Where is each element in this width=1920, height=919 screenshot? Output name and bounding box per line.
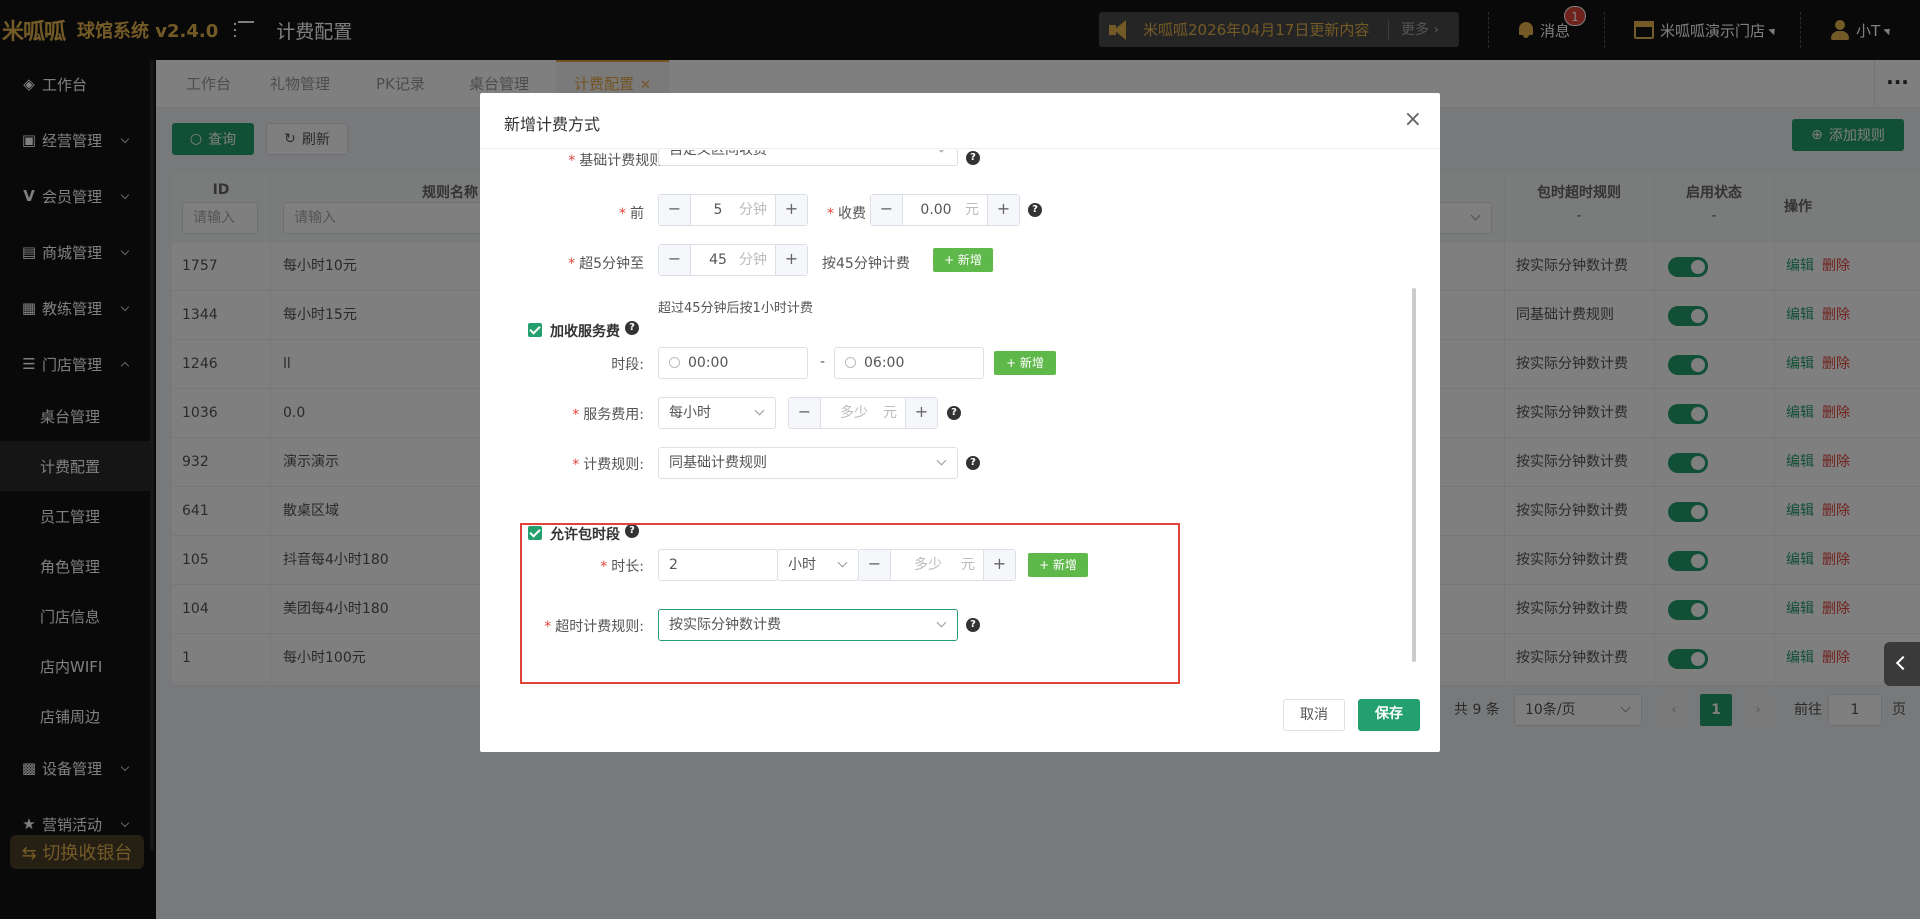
add-period-button[interactable]: + 新增 [994,351,1056,375]
base-rule-label: * 基础计费规则: [568,153,668,166]
over-label: * 超5分钟至 [568,256,644,272]
charge-label: * 收费 [827,206,866,222]
modal-title: 新增计费方式 [504,115,601,134]
time-end-input[interactable]: 06:00 [834,347,984,379]
base-rule-select[interactable]: 自定义区间收费 [658,150,958,166]
over-hint: 超过45分钟后按1小时计费 [658,301,813,316]
help-icon[interactable]: ? [1028,203,1042,217]
plus-icon[interactable]: + [775,245,807,275]
front-minutes-stepper[interactable]: − 5 分钟 + [658,194,808,226]
collapse-panel-button[interactable] [1884,642,1920,686]
time-start-input[interactable]: 00:00 [658,347,808,379]
help-icon[interactable]: ? [966,456,980,470]
help-icon[interactable]: ? [625,321,639,335]
service-fee-unit-select[interactable]: 每小时 [658,397,776,429]
front-label: * 前 [619,206,644,222]
period-label: 时段: [611,357,644,373]
help-icon[interactable]: ? [966,151,980,165]
service-fee-checkbox[interactable] [528,323,542,337]
clock-icon [669,357,680,368]
over-note: 按45分钟计费 [822,256,910,272]
plus-icon[interactable]: + [987,195,1019,225]
plus-icon[interactable]: + [775,195,807,225]
cancel-button[interactable]: 取消 [1283,699,1345,731]
save-button[interactable]: 保存 [1358,699,1420,731]
time-range-separator: - [820,354,826,370]
modal-scrollbar[interactable] [1412,288,1416,662]
minus-icon[interactable]: − [659,195,691,225]
highlight-box [520,523,1180,684]
plus-icon[interactable]: + [905,398,937,428]
close-icon[interactable]: × [1404,107,1422,132]
billing-rule-select[interactable]: 同基础计费规则 [658,447,958,479]
charge-stepper[interactable]: − 0.00 元 + [870,194,1020,226]
over-minutes-stepper[interactable]: − 45 分钟 + [658,244,808,276]
service-fee-label: 加收服务费 [550,324,620,340]
service-fee-amount-label: * 服务费用: [572,407,644,423]
service-fee-stepper[interactable]: − 多少元 + [788,397,938,429]
help-icon[interactable]: ? [947,406,961,420]
minus-icon[interactable]: − [659,245,691,275]
minus-icon[interactable]: − [871,195,903,225]
modal-header: 新增计费方式 × [480,93,1440,149]
add-interval-button[interactable]: + 新增 [933,248,993,272]
minus-icon[interactable]: − [789,398,821,428]
clock-icon [845,357,856,368]
billing-rule-label: * 计费规则: [572,457,644,473]
